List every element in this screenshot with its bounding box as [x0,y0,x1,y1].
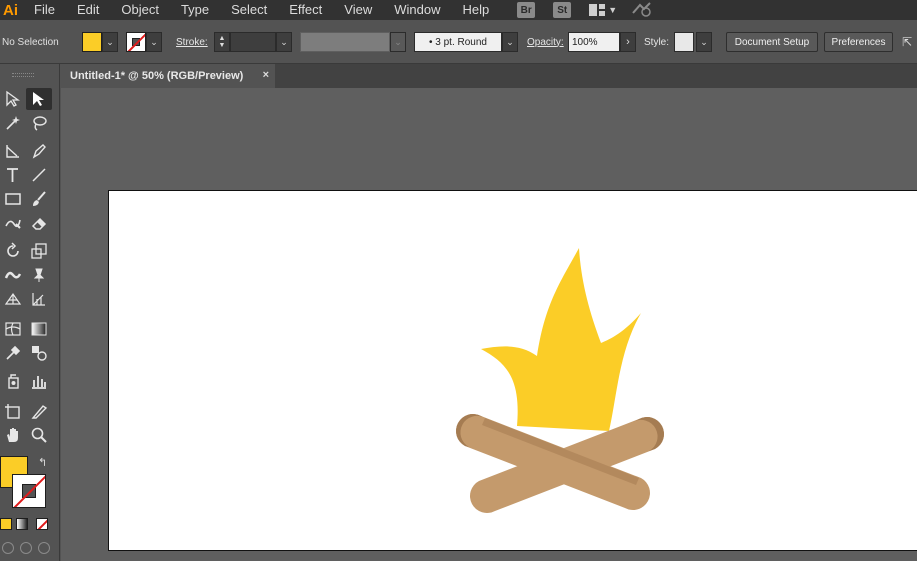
pen-tool-icon[interactable] [26,140,52,162]
style-dropdown[interactable]: ⌄ [696,32,712,52]
width-profile-dropdown[interactable]: ⌄ [390,32,406,52]
draw-normal-icon[interactable] [2,542,14,554]
scale-tool-icon[interactable] [26,240,52,262]
graphic-style-swatch[interactable] [674,32,694,52]
document-setup-button[interactable]: Document Setup [726,32,818,52]
perspective-selection-tool-icon[interactable] [26,288,52,310]
gradient-tool-icon[interactable] [26,318,52,340]
canvas[interactable] [61,88,917,561]
mesh-tool-icon[interactable] [0,318,26,340]
hand-tool-icon[interactable] [0,424,26,446]
artboard-tool-icon[interactable] [0,400,26,422]
toolbox-stroke-swatch[interactable] [12,474,46,508]
chevron-down-icon: ⌄ [394,36,402,47]
draw-inside-icon[interactable] [38,542,50,554]
perspective-grid-tool-icon[interactable] [0,288,26,310]
chevron-down-icon: ▼ [608,5,618,15]
chevron-down-icon: ⌄ [106,36,114,47]
menu-window[interactable]: Window [382,0,450,20]
stroke-weight-dropdown[interactable]: ⌄ [276,32,292,52]
type-tool-icon[interactable] [0,164,26,186]
style-label: Style: [644,36,670,48]
stroke-label[interactable]: Stroke: [176,32,208,52]
campfire-artwork[interactable] [109,191,917,552]
magic-wand-tool-icon[interactable] [0,112,26,134]
blend-tool-icon[interactable] [26,342,52,364]
illustrator-logo: Ai [3,1,18,19]
column-graph-tool-icon[interactable] [26,370,52,392]
direct-selection-tool-icon[interactable] [26,88,52,110]
brush-definition[interactable]: • 3 pt. Round [414,32,502,52]
menu-select[interactable]: Select [219,0,277,20]
lasso-tool-icon[interactable] [26,112,52,134]
menu-edit[interactable]: Edit [65,0,109,20]
menu-view[interactable]: View [332,0,382,20]
tools-panel: ↰ [0,64,60,561]
eyedropper-tool-icon[interactable] [0,342,26,364]
stroke-dropdown[interactable]: ⌄ [146,32,162,52]
draw-behind-icon[interactable] [20,542,32,554]
chevron-down-icon: ⌄ [700,36,708,47]
close-icon[interactable]: × [263,69,269,81]
chevron-right-icon: › [626,36,630,48]
chevron-down-icon: ⌄ [280,36,288,47]
slice-tool-icon[interactable] [26,400,52,422]
opacity-input[interactable]: 100% [568,32,620,52]
paintbrush-tool-icon[interactable] [26,188,52,210]
flame [481,248,641,431]
arrange-documents-icon[interactable]: ⇱ [902,32,917,52]
workspace-layout-button[interactable]: ▼ [589,4,617,16]
eraser-tool-icon[interactable] [26,212,52,234]
fill-color-swatch[interactable] [82,32,102,52]
menu-help[interactable]: Help [450,0,499,20]
stroke-color-swatch[interactable] [126,32,146,52]
brush-dropdown[interactable]: ⌄ [502,32,518,52]
width-tool-icon[interactable] [0,264,26,286]
rectangle-tool-icon[interactable] [0,188,26,210]
opacity-arrow[interactable]: › [620,32,636,52]
panel-grip[interactable] [12,73,34,77]
swap-fill-stroke-icon[interactable]: ↰ [38,456,47,469]
zoom-tool-icon[interactable] [26,424,52,446]
line-segment-tool-icon[interactable] [26,164,52,186]
gradient-mode-button[interactable] [16,518,28,530]
document-tab-title: Untitled-1* @ 50% (RGB/Preview) [70,70,244,82]
document-tab[interactable]: Untitled-1* @ 50% (RGB/Preview) × [61,64,275,88]
stroke-weight-input[interactable] [230,32,276,52]
opacity-label[interactable]: Opacity: [527,32,564,52]
chevron-down-icon: ⌄ [150,36,158,47]
menu-object[interactable]: Object [109,0,169,20]
symbol-sprayer-tool-icon[interactable] [0,370,26,392]
stroke-weight-stepper[interactable]: ▲ ▼ [214,32,230,52]
color-mode-button[interactable] [0,518,12,530]
selection-status: No Selection [2,36,59,48]
fill-dropdown[interactable]: ⌄ [102,32,118,52]
rotate-tool-icon[interactable] [0,240,26,262]
layout-grid-icon [589,4,606,16]
selection-tool-icon[interactable] [0,88,26,110]
gpu-performance-icon[interactable] [631,1,653,20]
bridge-button[interactable]: Br [517,2,536,18]
none-mode-button[interactable] [36,518,48,530]
variable-width-profile[interactable] [300,32,390,52]
curvature-tool-icon[interactable] [0,140,26,162]
artboard[interactable] [108,190,917,551]
stock-button[interactable]: St [553,2,572,18]
puppet-warp-tool-icon[interactable] [26,264,52,286]
menu-bar: Ai File Edit Object Type Select Effect V… [0,0,917,20]
menu-file[interactable]: File [22,0,65,20]
control-bar: No Selection ⌄ ⌄ Stroke: ▲ ▼ ⌄ ⌄ • 3 pt. … [0,20,917,64]
preferences-button[interactable]: Preferences [824,32,893,52]
document-tab-bar: Untitled-1* @ 50% (RGB/Preview) × [61,64,917,88]
menu-effect[interactable]: Effect [277,0,332,20]
menu-type[interactable]: Type [169,0,219,20]
chevron-down-icon: ⌄ [506,36,514,47]
shaper-tool-icon[interactable] [0,212,26,234]
